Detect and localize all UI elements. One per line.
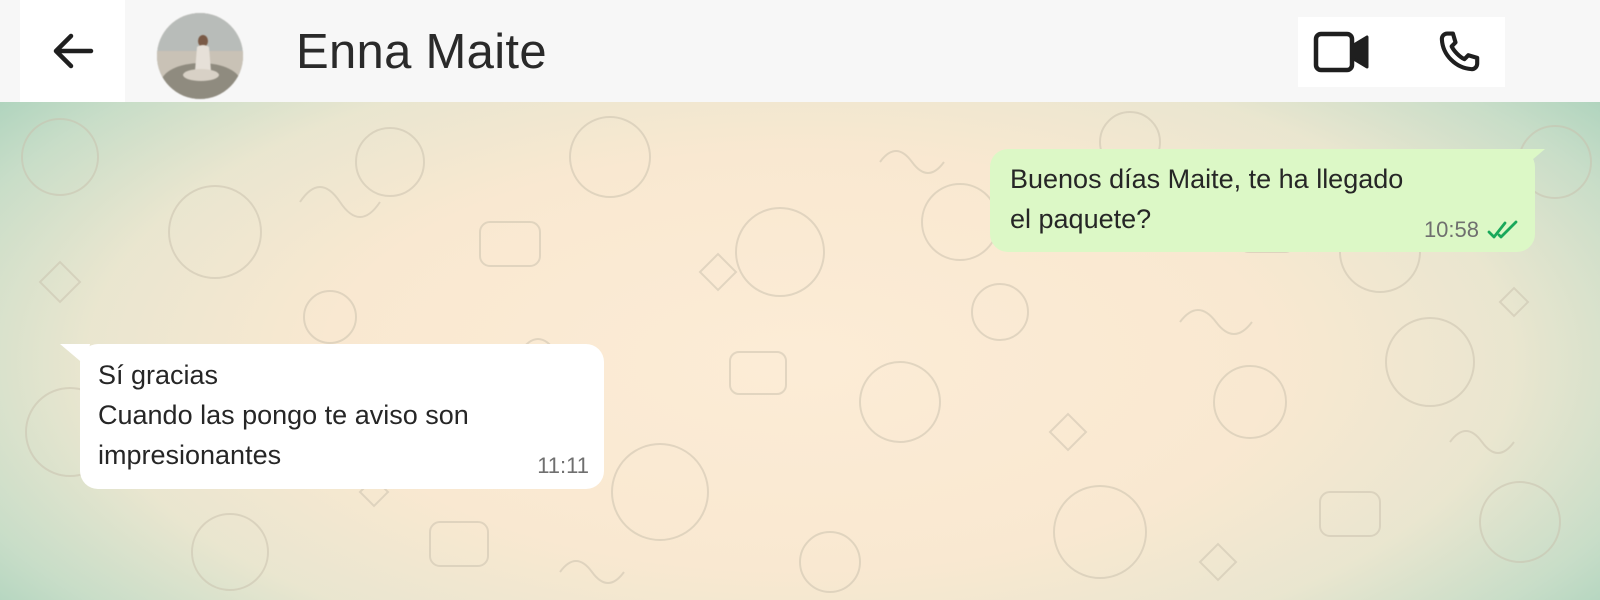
video-camera-icon xyxy=(1313,31,1369,73)
message-time: 11:11 xyxy=(537,453,589,478)
double-check-icon xyxy=(1487,219,1519,241)
voice-call-button[interactable] xyxy=(1422,17,1496,87)
arrow-left-icon xyxy=(53,33,93,69)
message-text-line: Buenos días Maite, te ha llegado xyxy=(1010,164,1404,194)
message-meta: 11:11 xyxy=(537,453,589,479)
message-list[interactable]: Buenos días Maite, te ha llegado el paqu… xyxy=(0,102,1600,600)
incoming-message[interactable]: Sí gracias Cuando las pongo te aviso son… xyxy=(80,344,604,489)
contact-name[interactable]: Enna Maite xyxy=(296,22,547,82)
message-time: 10:58 xyxy=(1423,217,1479,242)
back-button[interactable] xyxy=(20,0,125,102)
avatar-photo xyxy=(157,13,243,99)
message-text-line: Cuando las pongo te aviso son xyxy=(98,400,469,430)
chat-header: Enna Maite xyxy=(0,0,1600,102)
chat-screen: Enna Maite Buenos días Maite, te ha lleg… xyxy=(0,0,1600,600)
phone-icon xyxy=(1439,31,1480,72)
video-call-button[interactable] xyxy=(1305,17,1379,87)
message-text-line: impresionantes xyxy=(98,440,282,470)
avatar[interactable] xyxy=(157,13,243,99)
message-meta: 10:58 xyxy=(1424,217,1519,243)
outgoing-message[interactable]: Buenos días Maite, te ha llegado el paqu… xyxy=(990,149,1535,252)
message-text-line: Sí gracias xyxy=(98,360,219,390)
